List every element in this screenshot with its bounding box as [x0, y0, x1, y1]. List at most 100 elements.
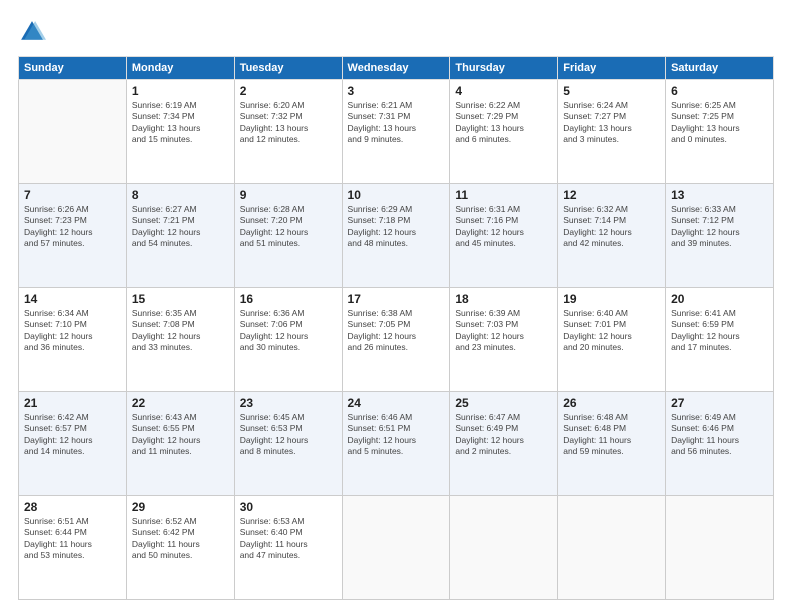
day-info: Sunrise: 6:20 AMSunset: 7:32 PMDaylight:…: [240, 100, 337, 146]
day-number: 27: [671, 396, 768, 410]
page: SundayMondayTuesdayWednesdayThursdayFrid…: [0, 0, 792, 612]
day-number: 6: [671, 84, 768, 98]
day-info: Sunrise: 6:42 AMSunset: 6:57 PMDaylight:…: [24, 412, 121, 458]
day-number: 20: [671, 292, 768, 306]
calendar-cell: 17 Sunrise: 6:38 AMSunset: 7:05 PMDayligh…: [342, 288, 450, 392]
day-info: Sunrise: 6:26 AMSunset: 7:23 PMDaylight:…: [24, 204, 121, 250]
calendar-cell: 14 Sunrise: 6:34 AMSunset: 7:10 PMDayligh…: [19, 288, 127, 392]
day-number: 8: [132, 188, 229, 202]
weekday-header: Wednesday: [342, 57, 450, 80]
day-number: 18: [455, 292, 552, 306]
weekday-header: Friday: [558, 57, 666, 80]
day-number: 4: [455, 84, 552, 98]
day-number: 11: [455, 188, 552, 202]
calendar-cell: 21 Sunrise: 6:42 AMSunset: 6:57 PMDayligh…: [19, 392, 127, 496]
calendar-cell: 7 Sunrise: 6:26 AMSunset: 7:23 PMDaylight…: [19, 184, 127, 288]
day-number: 16: [240, 292, 337, 306]
calendar-cell: 10 Sunrise: 6:29 AMSunset: 7:18 PMDayligh…: [342, 184, 450, 288]
day-number: 19: [563, 292, 660, 306]
calendar-cell: 26 Sunrise: 6:48 AMSunset: 6:48 PMDayligh…: [558, 392, 666, 496]
day-number: 17: [348, 292, 445, 306]
calendar-cell: 11 Sunrise: 6:31 AMSunset: 7:16 PMDayligh…: [450, 184, 558, 288]
day-info: Sunrise: 6:29 AMSunset: 7:18 PMDaylight:…: [348, 204, 445, 250]
day-info: Sunrise: 6:25 AMSunset: 7:25 PMDaylight:…: [671, 100, 768, 146]
day-number: 10: [348, 188, 445, 202]
calendar-cell: 22 Sunrise: 6:43 AMSunset: 6:55 PMDayligh…: [126, 392, 234, 496]
weekday-header: Sunday: [19, 57, 127, 80]
day-number: 23: [240, 396, 337, 410]
calendar-week-row: 28 Sunrise: 6:51 AMSunset: 6:44 PMDayligh…: [19, 496, 774, 600]
calendar-cell: 5Sunrise: 6:24 AMSunset: 7:27 PMDaylight…: [558, 80, 666, 184]
day-info: Sunrise: 6:38 AMSunset: 7:05 PMDaylight:…: [348, 308, 445, 354]
calendar-cell: 24 Sunrise: 6:46 AMSunset: 6:51 PMDayligh…: [342, 392, 450, 496]
calendar-cell: 13 Sunrise: 6:33 AMSunset: 7:12 PMDayligh…: [666, 184, 774, 288]
day-number: 12: [563, 188, 660, 202]
day-number: 13: [671, 188, 768, 202]
day-info: Sunrise: 6:52 AMSunset: 6:42 PMDaylight:…: [132, 516, 229, 562]
day-info: Sunrise: 6:51 AMSunset: 6:44 PMDaylight:…: [24, 516, 121, 562]
day-number: 15: [132, 292, 229, 306]
calendar-cell: 1 Sunrise: 6:19 AMSunset: 7:34 PMDaylight…: [126, 80, 234, 184]
day-number: 14: [24, 292, 121, 306]
day-number: 26: [563, 396, 660, 410]
day-info: Sunrise: 6:19 AMSunset: 7:34 PMDaylight:…: [132, 100, 229, 146]
calendar-cell: 19Sunrise: 6:40 AMSunset: 7:01 PMDayligh…: [558, 288, 666, 392]
day-number: 29: [132, 500, 229, 514]
day-info: Sunrise: 6:39 AMSunset: 7:03 PMDaylight:…: [455, 308, 552, 354]
calendar-table: SundayMondayTuesdayWednesdayThursdayFrid…: [18, 56, 774, 600]
day-number: 25: [455, 396, 552, 410]
day-info: Sunrise: 6:27 AMSunset: 7:21 PMDaylight:…: [132, 204, 229, 250]
calendar-cell: 25 Sunrise: 6:47 AMSunset: 6:49 PMDayligh…: [450, 392, 558, 496]
calendar-cell: 30Sunrise: 6:53 AMSunset: 6:40 PMDayligh…: [234, 496, 342, 600]
day-info: Sunrise: 6:41 AMSunset: 6:59 PMDaylight:…: [671, 308, 768, 354]
day-info: Sunrise: 6:21 AMSunset: 7:31 PMDaylight:…: [348, 100, 445, 146]
day-info: Sunrise: 6:22 AMSunset: 7:29 PMDaylight:…: [455, 100, 552, 146]
weekday-header-row: SundayMondayTuesdayWednesdayThursdayFrid…: [19, 57, 774, 80]
day-number: 21: [24, 396, 121, 410]
day-number: 28: [24, 500, 121, 514]
calendar-cell: 28 Sunrise: 6:51 AMSunset: 6:44 PMDayligh…: [19, 496, 127, 600]
day-info: Sunrise: 6:43 AMSunset: 6:55 PMDaylight:…: [132, 412, 229, 458]
day-number: 7: [24, 188, 121, 202]
weekday-header: Thursday: [450, 57, 558, 80]
day-info: Sunrise: 6:46 AMSunset: 6:51 PMDaylight:…: [348, 412, 445, 458]
calendar-cell: 18 Sunrise: 6:39 AMSunset: 7:03 PMDayligh…: [450, 288, 558, 392]
calendar-cell: [450, 496, 558, 600]
day-number: 9: [240, 188, 337, 202]
day-number: 22: [132, 396, 229, 410]
calendar-week-row: 21 Sunrise: 6:42 AMSunset: 6:57 PMDayligh…: [19, 392, 774, 496]
calendar-cell: 23 Sunrise: 6:45 AMSunset: 6:53 PMDayligh…: [234, 392, 342, 496]
calendar-cell: 29 Sunrise: 6:52 AMSunset: 6:42 PMDayligh…: [126, 496, 234, 600]
calendar-cell: 20 Sunrise: 6:41 AMSunset: 6:59 PMDayligh…: [666, 288, 774, 392]
day-info: Sunrise: 6:28 AMSunset: 7:20 PMDaylight:…: [240, 204, 337, 250]
calendar-cell: [558, 496, 666, 600]
weekday-header: Monday: [126, 57, 234, 80]
calendar-cell: 8 Sunrise: 6:27 AMSunset: 7:21 PMDaylight…: [126, 184, 234, 288]
day-number: 1: [132, 84, 229, 98]
calendar-cell: [666, 496, 774, 600]
calendar-cell: 16 Sunrise: 6:36 AMSunset: 7:06 PMDayligh…: [234, 288, 342, 392]
calendar-cell: 2 Sunrise: 6:20 AMSunset: 7:32 PMDaylight…: [234, 80, 342, 184]
day-info: Sunrise: 6:31 AMSunset: 7:16 PMDaylight:…: [455, 204, 552, 250]
calendar-cell: [19, 80, 127, 184]
day-number: 2: [240, 84, 337, 98]
day-info: Sunrise: 6:47 AMSunset: 6:49 PMDaylight:…: [455, 412, 552, 458]
day-number: 24: [348, 396, 445, 410]
logo: [18, 18, 50, 46]
calendar-cell: 27Sunrise: 6:49 AMSunset: 6:46 PMDayligh…: [666, 392, 774, 496]
day-info: Sunrise: 6:36 AMSunset: 7:06 PMDaylight:…: [240, 308, 337, 354]
logo-icon: [18, 18, 46, 46]
day-info: Sunrise: 6:45 AMSunset: 6:53 PMDaylight:…: [240, 412, 337, 458]
day-info: Sunrise: 6:34 AMSunset: 7:10 PMDaylight:…: [24, 308, 121, 354]
calendar-cell: 3 Sunrise: 6:21 AMSunset: 7:31 PMDaylight…: [342, 80, 450, 184]
calendar-cell: 6 Sunrise: 6:25 AMSunset: 7:25 PMDaylight…: [666, 80, 774, 184]
calendar-week-row: 7 Sunrise: 6:26 AMSunset: 7:23 PMDaylight…: [19, 184, 774, 288]
day-number: 5: [563, 84, 660, 98]
day-info: Sunrise: 6:33 AMSunset: 7:12 PMDaylight:…: [671, 204, 768, 250]
calendar-cell: 12Sunrise: 6:32 AMSunset: 7:14 PMDayligh…: [558, 184, 666, 288]
weekday-header: Tuesday: [234, 57, 342, 80]
day-number: 3: [348, 84, 445, 98]
day-number: 30: [240, 500, 337, 514]
calendar-week-row: 14 Sunrise: 6:34 AMSunset: 7:10 PMDayligh…: [19, 288, 774, 392]
day-info: Sunrise: 6:48 AMSunset: 6:48 PMDaylight:…: [563, 412, 660, 458]
